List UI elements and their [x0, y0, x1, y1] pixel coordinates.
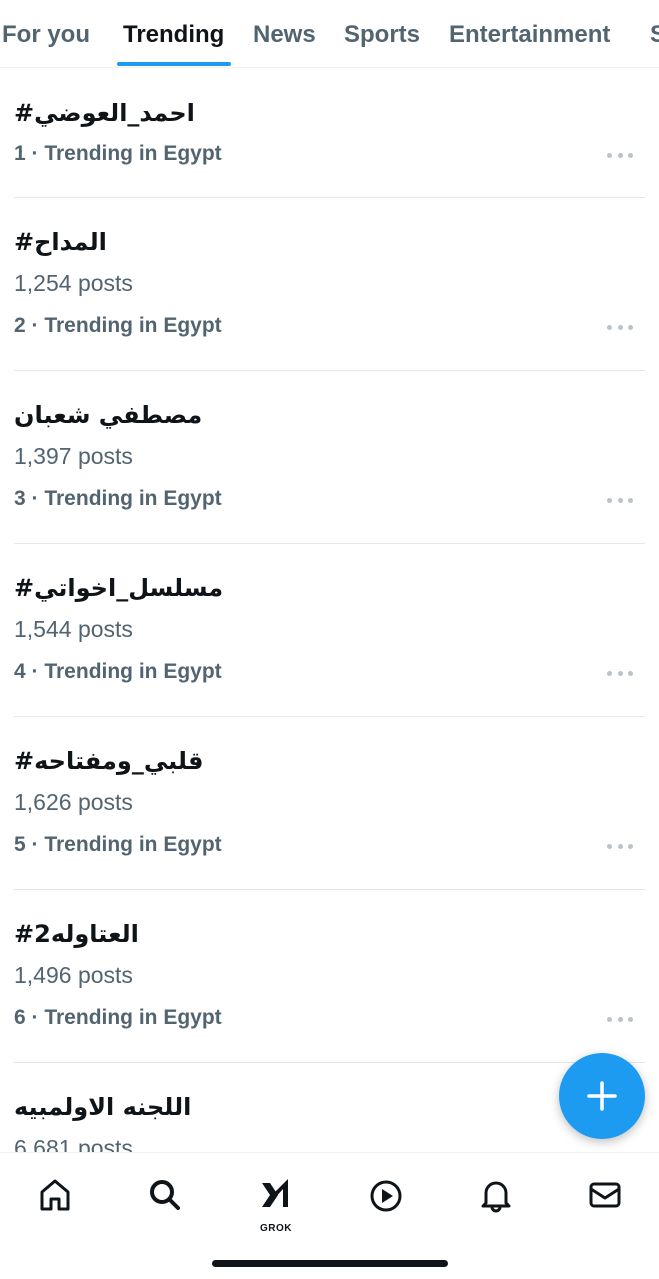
compose-button[interactable]	[559, 1053, 645, 1139]
more-options-icon[interactable]	[607, 668, 633, 678]
trend-meta: 3 · Trending in Egypt	[14, 487, 222, 510]
nav-home[interactable]	[25, 1171, 85, 1231]
trend-post-count: 1,496 posts	[14, 962, 133, 988]
trend-meta: 5 · Trending in Egypt	[14, 833, 222, 856]
tab-trending[interactable]: Trending	[123, 18, 224, 67]
trend-meta: 1 · Trending in Egypt	[14, 142, 222, 165]
more-options-icon[interactable]	[607, 841, 633, 851]
grok-icon	[262, 1179, 288, 1207]
active-tab-indicator	[117, 62, 231, 66]
trend-title: مصطفي شعبان	[14, 401, 203, 429]
trend-post-count: 1,397 posts	[14, 443, 133, 469]
trend-title: #قلبي_ومفتاحه	[14, 747, 204, 775]
trend-item[interactable]: #المداح 1,254 posts 2 · Trending in Egyp…	[14, 198, 645, 371]
trend-meta: 2 · Trending in Egypt	[14, 314, 222, 337]
grok-label: GROK	[260, 1223, 292, 1234]
nav-video[interactable]	[356, 1171, 416, 1231]
more-options-icon[interactable]	[607, 1014, 633, 1024]
home-indicator	[212, 1260, 448, 1267]
nav-search[interactable]	[135, 1171, 195, 1231]
trend-post-count: 6,681 posts	[14, 1135, 133, 1152]
trend-list: #احمد_العوضي 1 · Trending in Egypt #المد…	[0, 69, 659, 1152]
play-icon	[370, 1180, 402, 1212]
tab-for-you[interactable]: For you	[2, 18, 90, 67]
nav-notifications[interactable]	[466, 1171, 526, 1231]
nav-messages[interactable]	[575, 1171, 635, 1231]
trend-title: #المداح	[14, 228, 107, 256]
trend-meta: 6 · Trending in Egypt	[14, 1006, 222, 1029]
bell-icon	[481, 1181, 511, 1213]
tab-entertainment[interactable]: Entertainment	[449, 18, 610, 67]
trend-item[interactable]: مصطفي شعبان 1,397 posts 3 · Trending in …	[14, 371, 645, 544]
trend-title: #العتاوله2	[14, 920, 139, 948]
top-tab-bar: For you Trending News Sports Entertainme…	[0, 0, 659, 68]
tab-sports[interactable]: Sports	[344, 18, 420, 67]
trend-post-count: 1,626 posts	[14, 789, 133, 815]
trend-item[interactable]: #العتاوله2 1,496 posts 6 · Trending in E…	[14, 890, 645, 1063]
trend-post-count: 1,544 posts	[14, 616, 133, 642]
search-icon	[150, 1180, 180, 1210]
trend-item[interactable]: اللجنه الاولمبيه 6,681 posts	[14, 1063, 645, 1152]
trend-item[interactable]: #احمد_العوضي 1 · Trending in Egypt	[14, 69, 645, 198]
plus-icon	[587, 1081, 617, 1111]
trend-title: #مسلسل_اخواتي	[14, 574, 224, 602]
mail-icon	[589, 1182, 621, 1208]
trend-title: اللجنه الاولمبيه	[14, 1093, 192, 1121]
more-options-icon[interactable]	[607, 150, 633, 160]
trend-item[interactable]: #قلبي_ومفتاحه 1,626 posts 5 · Trending i…	[14, 717, 645, 890]
trend-title: #احمد_العوضي	[14, 99, 195, 127]
nav-grok[interactable]: GROK	[246, 1171, 306, 1234]
trend-post-count: 1,254 posts	[14, 270, 133, 296]
trend-meta: 4 · Trending in Egypt	[14, 660, 222, 683]
tab-partial[interactable]: S	[650, 18, 659, 67]
more-options-icon[interactable]	[607, 495, 633, 505]
trend-item[interactable]: #مسلسل_اخواتي 1,544 posts 4 · Trending i…	[14, 544, 645, 717]
home-icon	[40, 1179, 70, 1211]
more-options-icon[interactable]	[607, 322, 633, 332]
tab-news[interactable]: News	[253, 18, 316, 67]
